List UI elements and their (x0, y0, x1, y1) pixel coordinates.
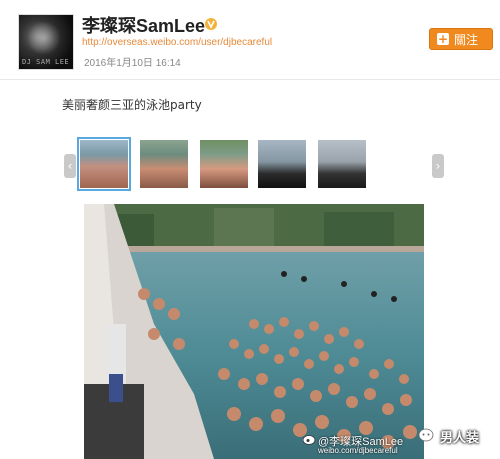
thumbnail-2[interactable] (140, 140, 188, 188)
thumbnail-5[interactable] (318, 140, 366, 188)
username[interactable]: 李璨琛SamLee (82, 12, 205, 38)
thumbnail-strip: ‹ › (0, 136, 500, 192)
follow-label: 關注 (454, 33, 479, 47)
post-header: DJ SAM LEE 李璨琛SamLee http://overseas.wei… (0, 0, 500, 78)
chevron-right-icon[interactable]: › (432, 154, 444, 178)
avatar-glow (27, 21, 61, 55)
avatar[interactable]: DJ SAM LEE (18, 14, 74, 70)
avatar-text: DJ SAM LEE (22, 58, 70, 66)
pool-party-photo (84, 204, 424, 459)
follow-button[interactable]: + 關注 (429, 28, 493, 50)
weibo-icon (303, 435, 316, 445)
brand-watermark: 男人装 (440, 431, 480, 446)
post-text: 美丽奢颜三亚的泳池party (62, 98, 202, 112)
profile-url-link[interactable]: http://overseas.weibo.com/user/djbecaref… (82, 37, 272, 48)
thumbnail-1[interactable] (77, 137, 131, 191)
chevron-left-icon[interactable]: ‹ (64, 154, 76, 178)
thumbnail-4[interactable] (258, 140, 306, 188)
verified-v-icon (205, 18, 217, 30)
thumbnail-3[interactable] (200, 140, 248, 188)
post-date: 2016年1月10日 16:14 (84, 58, 181, 69)
watermark-url: weibo.com/djbecareful (318, 446, 398, 455)
chat-bubble-icon (418, 428, 434, 442)
main-photo[interactable] (84, 204, 424, 459)
header-divider (0, 79, 500, 80)
plus-icon: + (437, 32, 449, 46)
